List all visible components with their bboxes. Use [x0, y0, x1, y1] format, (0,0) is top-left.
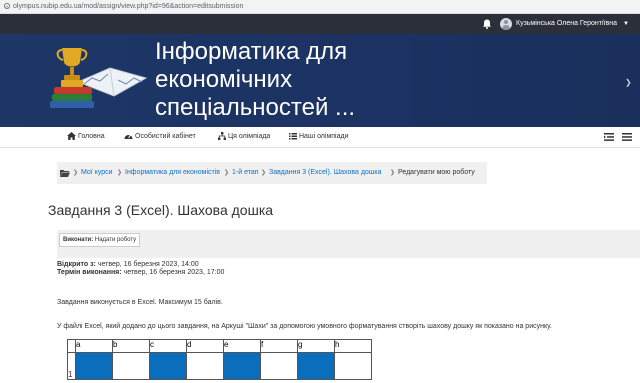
menu-item-this-olympiad[interactable]: Ця олімпіада — [218, 127, 270, 147]
list-icon — [289, 133, 297, 140]
menu-item-label: Головна — [78, 133, 105, 140]
board-square — [149, 352, 187, 380]
avatar[interactable] — [500, 18, 512, 30]
column-header: h — [334, 339, 372, 353]
description-line-1: Завдання виконується в Excel. Максимум 1… — [57, 299, 223, 306]
board-square — [223, 352, 261, 380]
column-header: c — [149, 339, 187, 353]
board-square — [260, 352, 298, 380]
board-square — [112, 352, 150, 380]
menu-item-home[interactable]: Головна — [67, 127, 105, 147]
todo-value: Надати роботу — [94, 237, 137, 243]
breadcrumb-item-course[interactable]: Інформатика для економістів — [125, 162, 220, 184]
sheet-corner — [67, 339, 76, 353]
top-navbar: Кузьмінська Олена Геронтіївна ▼ — [0, 14, 640, 34]
todo-label: Виконати: — [63, 237, 94, 243]
opened-label: Відкрито з: — [57, 261, 96, 268]
row-header: 1 — [67, 352, 76, 380]
column-header: d — [186, 339, 224, 353]
column-header: g — [297, 339, 335, 353]
course-banner: Інформатика для економічних спеціальност… — [0, 34, 640, 127]
chevron-right-icon: ❯ — [117, 170, 123, 176]
chevron-down-icon[interactable]: ▼ — [623, 21, 629, 27]
board-square — [75, 352, 113, 380]
bell-icon[interactable] — [481, 18, 493, 30]
hamburger-icon[interactable] — [622, 133, 632, 141]
column-header: a — [75, 339, 113, 353]
breadcrumb-item-current: Редагувати мою роботу — [398, 169, 475, 176]
home-icon — [67, 132, 76, 141]
menu-item-label: Особистий кабінет — [135, 133, 196, 140]
folder-icon — [60, 170, 70, 177]
breadcrumb-item-assignment[interactable]: Завдання 3 (Excel). Шахова дошка — [269, 162, 382, 184]
chessboard-sheet: a b c d e f g h 1 — [67, 339, 372, 380]
banner-title: Інформатика для економічних спеціальност… — [155, 38, 356, 121]
url-text[interactable]: olympus.nubip.edu.ua/mod/assign/view.php… — [13, 0, 243, 13]
menu-item-dashboard[interactable]: Особистий кабінет — [124, 127, 196, 147]
column-header: e — [223, 339, 261, 353]
browser-address-bar[interactable]: olympus.nubip.edu.ua/mod/assign/view.php… — [0, 0, 640, 14]
breadcrumb: ❯ Мої курси ❯ Інформатика для економісті… — [57, 162, 487, 184]
menu-item-label: Наші олімпіади — [299, 133, 349, 140]
board-square — [297, 352, 335, 380]
menu-item-label: Ця олімпіада — [228, 133, 271, 140]
board-square — [334, 352, 372, 380]
breadcrumb-item-my-courses[interactable]: Мої курси — [81, 162, 113, 184]
dashboard-icon — [124, 134, 133, 140]
due-value: четвер, 16 березня 2023, 17:00 — [123, 269, 225, 276]
due-label: Термін виконання: — [57, 269, 122, 276]
chevron-right-icon: ❯ — [390, 170, 396, 176]
todo-panel: Виконати: Надати роботу — [57, 230, 640, 258]
description-line-2: У файлі Excel, який додано до цього завд… — [57, 323, 552, 330]
opened-value: четвер, 16 березня 2023, 14:00 — [97, 261, 199, 268]
chevron-right-icon[interactable]: ❯ — [625, 78, 632, 87]
breadcrumb-item-stage[interactable]: 1-й етап — [232, 162, 259, 184]
due-date: Термін виконання: четвер, 16 березня 202… — [57, 269, 224, 276]
chevron-right-icon: ❯ — [73, 170, 79, 176]
page-title: Завдання 3 (Excel). Шахова дошка — [48, 202, 274, 218]
opened-date: Відкрито з: четвер, 16 березня 2023, 14:… — [57, 261, 199, 268]
column-header: f — [260, 339, 298, 353]
course-logo-icon — [50, 48, 148, 108]
chevron-right-icon: ❯ — [261, 170, 267, 176]
column-header: b — [112, 339, 150, 353]
site-info-icon[interactable] — [4, 3, 10, 9]
todo-badge: Виконати: Надати роботу — [59, 233, 141, 247]
board-square — [186, 352, 224, 380]
menu-item-our-olympiads[interactable]: Наші олімпіади — [289, 127, 349, 147]
sitemap-icon — [218, 132, 226, 141]
user-menu-name[interactable]: Кузьмінська Олена Геронтіївна — [516, 14, 617, 34]
chevron-right-icon: ❯ — [224, 170, 230, 176]
main-menu: Головна Особистий кабінет Ця олімпіада Н… — [0, 127, 640, 148]
list-view-icon[interactable] — [604, 133, 614, 141]
